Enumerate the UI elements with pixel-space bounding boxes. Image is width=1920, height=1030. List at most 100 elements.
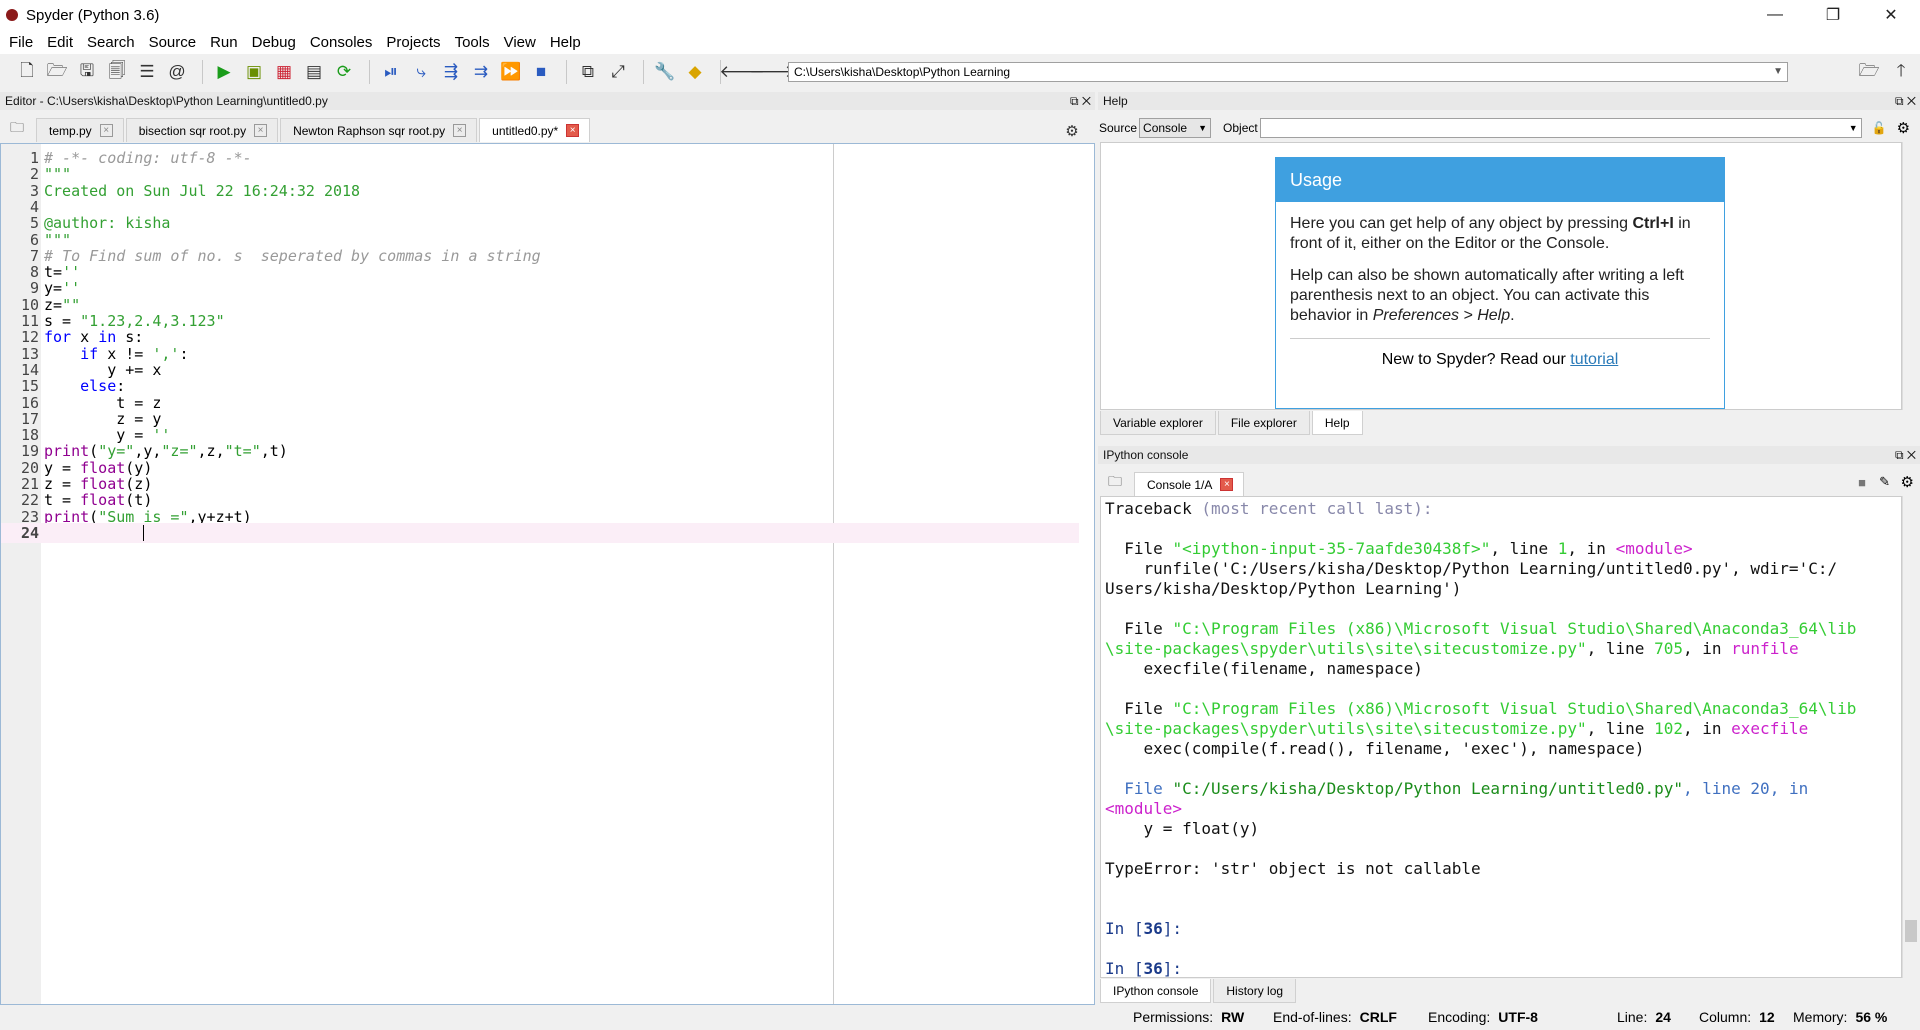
at-sign-icon[interactable]: @ xyxy=(164,59,190,85)
stop-debug-icon[interactable]: ■ xyxy=(528,59,554,85)
menu-debug[interactable]: Debug xyxy=(245,34,303,51)
tab-untitled0[interactable]: untitled0.py* × xyxy=(479,118,591,142)
continue-icon[interactable]: ⏩ xyxy=(498,59,524,85)
object-input[interactable]: ▼ xyxy=(1259,118,1862,138)
console-scrollbar[interactable] xyxy=(1902,496,1918,978)
browse-folder-icon[interactable]: 🗁 xyxy=(1856,59,1882,85)
save-icon[interactable]: 🖫 xyxy=(74,59,100,85)
traceback-code-2: execfile(filename, namespace) xyxy=(1105,659,1423,678)
preferences-wrench-icon[interactable]: 🔧 xyxy=(652,59,678,85)
gear-icon[interactable]: ⚙ xyxy=(1059,118,1085,144)
source-value: Console xyxy=(1143,121,1188,135)
working-directory-value: C:\Users\kisha\Desktop\Python Learning xyxy=(794,65,1011,79)
clear-console-icon[interactable]: ✎ xyxy=(1879,474,1890,490)
tab-help[interactable]: Help xyxy=(1311,411,1363,435)
status-permissions: Permissions: RW xyxy=(1133,1009,1245,1025)
menu-file[interactable]: File xyxy=(2,34,40,51)
code-text xyxy=(44,523,145,543)
close-icon[interactable]: × xyxy=(1220,478,1234,491)
save-all-icon[interactable]: 🗐 xyxy=(104,59,130,85)
window-controls: — ❐ ✕ xyxy=(1746,0,1920,30)
status-bar: Permissions: RW End-of-lines: CRLF Encodin… xyxy=(0,1005,1920,1030)
menu-help[interactable]: Help xyxy=(543,34,588,51)
forward-arrow-icon[interactable]: 🡒 xyxy=(749,59,795,85)
help-header-title: Help xyxy=(1103,94,1128,108)
code-editor[interactable]: 1 # -*- coding: utf-8 -*- 2 """ 3 Created on … xyxy=(0,143,1095,1005)
run-selection-icon[interactable]: ▤ xyxy=(301,59,327,85)
tab-ipython-console[interactable]: IPython console xyxy=(1100,979,1212,1003)
pane-controls[interactable]: ⧉ ✕ xyxy=(1895,446,1916,464)
run-cell-advance-icon[interactable]: ▦ xyxy=(271,59,297,85)
traceback-code-1: runfile('C:/Users/kisha/Desktop/Python L… xyxy=(1105,559,1838,578)
step-icon[interactable]: ⤷ xyxy=(408,59,434,85)
source-select[interactable]: Console ▼ xyxy=(1139,118,1212,138)
tab-variable-explorer[interactable]: Variable explorer xyxy=(1100,411,1216,435)
pane-controls[interactable]: ⧉ ✕ xyxy=(1070,92,1091,110)
close-icon[interactable]: × xyxy=(99,124,113,137)
code-line: 24 xyxy=(1,522,1079,543)
tab-newton-raphson[interactable]: Newton Raphson sqr root.py × xyxy=(280,118,478,142)
menu-source[interactable]: Source xyxy=(142,34,204,51)
list-icon[interactable]: ☰ xyxy=(134,59,160,85)
tab-console-1a[interactable]: Console 1/A × xyxy=(1134,472,1245,496)
rerun-icon[interactable]: ⟳ xyxy=(331,59,357,85)
object-label: Object xyxy=(1223,121,1258,135)
tab-history-log[interactable]: History log xyxy=(1213,979,1297,1003)
ipython-console-output[interactable]: Traceback (most recent call last): File … xyxy=(1100,496,1902,978)
parent-directory-icon[interactable]: 🡑 xyxy=(1888,59,1914,85)
traceback-frame-2b: \site-packages\spyder\utils\site\sitecus… xyxy=(1105,639,1799,658)
minimize-button[interactable]: — xyxy=(1746,0,1804,30)
tab-temp-py[interactable]: temp.py × xyxy=(36,118,124,142)
menu-tools[interactable]: Tools xyxy=(448,34,497,51)
scrollbar-thumb[interactable] xyxy=(1905,920,1917,942)
gear-icon[interactable]: ⚙ xyxy=(1897,119,1910,137)
gear-icon[interactable]: ⚙ xyxy=(1901,473,1914,491)
menu-consoles[interactable]: Consoles xyxy=(303,34,380,51)
step-return-icon[interactable]: ⇉ xyxy=(468,59,494,85)
close-icon[interactable]: × xyxy=(566,124,580,137)
help-pane-header: Help ⧉ ✕ xyxy=(1098,92,1920,110)
traceback-header: Traceback (most recent call last): xyxy=(1105,499,1433,518)
traceback-frame-4b: <module> xyxy=(1105,799,1183,818)
menu-search[interactable]: Search xyxy=(80,34,142,51)
menu-projects[interactable]: Projects xyxy=(379,34,447,51)
tab-label: Console 1/A xyxy=(1147,477,1213,492)
working-directory-combo[interactable]: C:\Users\kisha\Desktop\Python Learning ▼ xyxy=(788,62,1788,82)
menu-view[interactable]: View xyxy=(497,34,543,51)
run-cell-icon[interactable]: ▣ xyxy=(241,59,267,85)
chevron-down-icon: ▼ xyxy=(1198,123,1208,133)
browse-tabs-icon[interactable]: 🗀 xyxy=(1102,470,1128,496)
input-prompt: In [36]: xyxy=(1105,919,1183,938)
run-icon[interactable]: ▶ xyxy=(211,59,237,85)
toolbar-divider xyxy=(369,60,370,84)
input-prompt-current: In [36]: xyxy=(1105,959,1183,978)
editor-tab-bar: 🗀 temp.py × bisection sqr root.py × Newton… xyxy=(0,116,1095,142)
editor-header-title: Editor - C:\Users\kisha\Desktop\Python L… xyxy=(5,94,328,108)
status-eol: End-of-lines: CRLF xyxy=(1273,1009,1397,1025)
tab-bisection-sqr-root[interactable]: bisection sqr root.py × xyxy=(125,118,279,142)
lock-icon[interactable]: 🔓 xyxy=(1872,121,1887,135)
editor-pane-header: Editor - C:\Users\kisha\Desktop\Python L… xyxy=(0,92,1095,110)
step-into-icon[interactable]: ⇶ xyxy=(438,59,464,85)
tab-file-explorer[interactable]: File explorer xyxy=(1217,411,1310,435)
stop-kernel-icon[interactable]: ■ xyxy=(1858,475,1866,490)
browse-tabs-icon[interactable]: 🗀 xyxy=(4,116,30,142)
new-file-icon[interactable]: 🗋 xyxy=(14,59,40,85)
close-icon[interactable]: × xyxy=(453,124,467,137)
close-window-button[interactable]: ✕ xyxy=(1862,0,1920,30)
close-icon[interactable]: × xyxy=(254,124,268,137)
help-bottom-tabs: Variable explorer File explorer Help xyxy=(1100,411,1365,437)
open-folder-icon[interactable]: 🗁 xyxy=(44,59,70,85)
menu-run[interactable]: Run xyxy=(203,34,245,51)
python-path-icon[interactable]: ◆ xyxy=(682,59,708,85)
tutorial-link[interactable]: tutorial xyxy=(1570,351,1618,368)
chevron-down-icon[interactable]: ▼ xyxy=(1773,63,1783,81)
debug-icon[interactable]: ⏯ xyxy=(378,59,404,85)
help-scrollbar[interactable] xyxy=(1902,142,1918,410)
maximize-button[interactable]: ❐ xyxy=(1804,0,1862,30)
pane-controls[interactable]: ⧉ ✕ xyxy=(1895,92,1916,110)
menu-edit[interactable]: Edit xyxy=(40,34,80,51)
usage-paragraph-2: Help can also be shown automatically aft… xyxy=(1290,267,1684,324)
maximize-pane-icon[interactable]: ⧉ xyxy=(575,59,601,85)
fullscreen-icon[interactable]: ⤢ xyxy=(605,59,631,85)
